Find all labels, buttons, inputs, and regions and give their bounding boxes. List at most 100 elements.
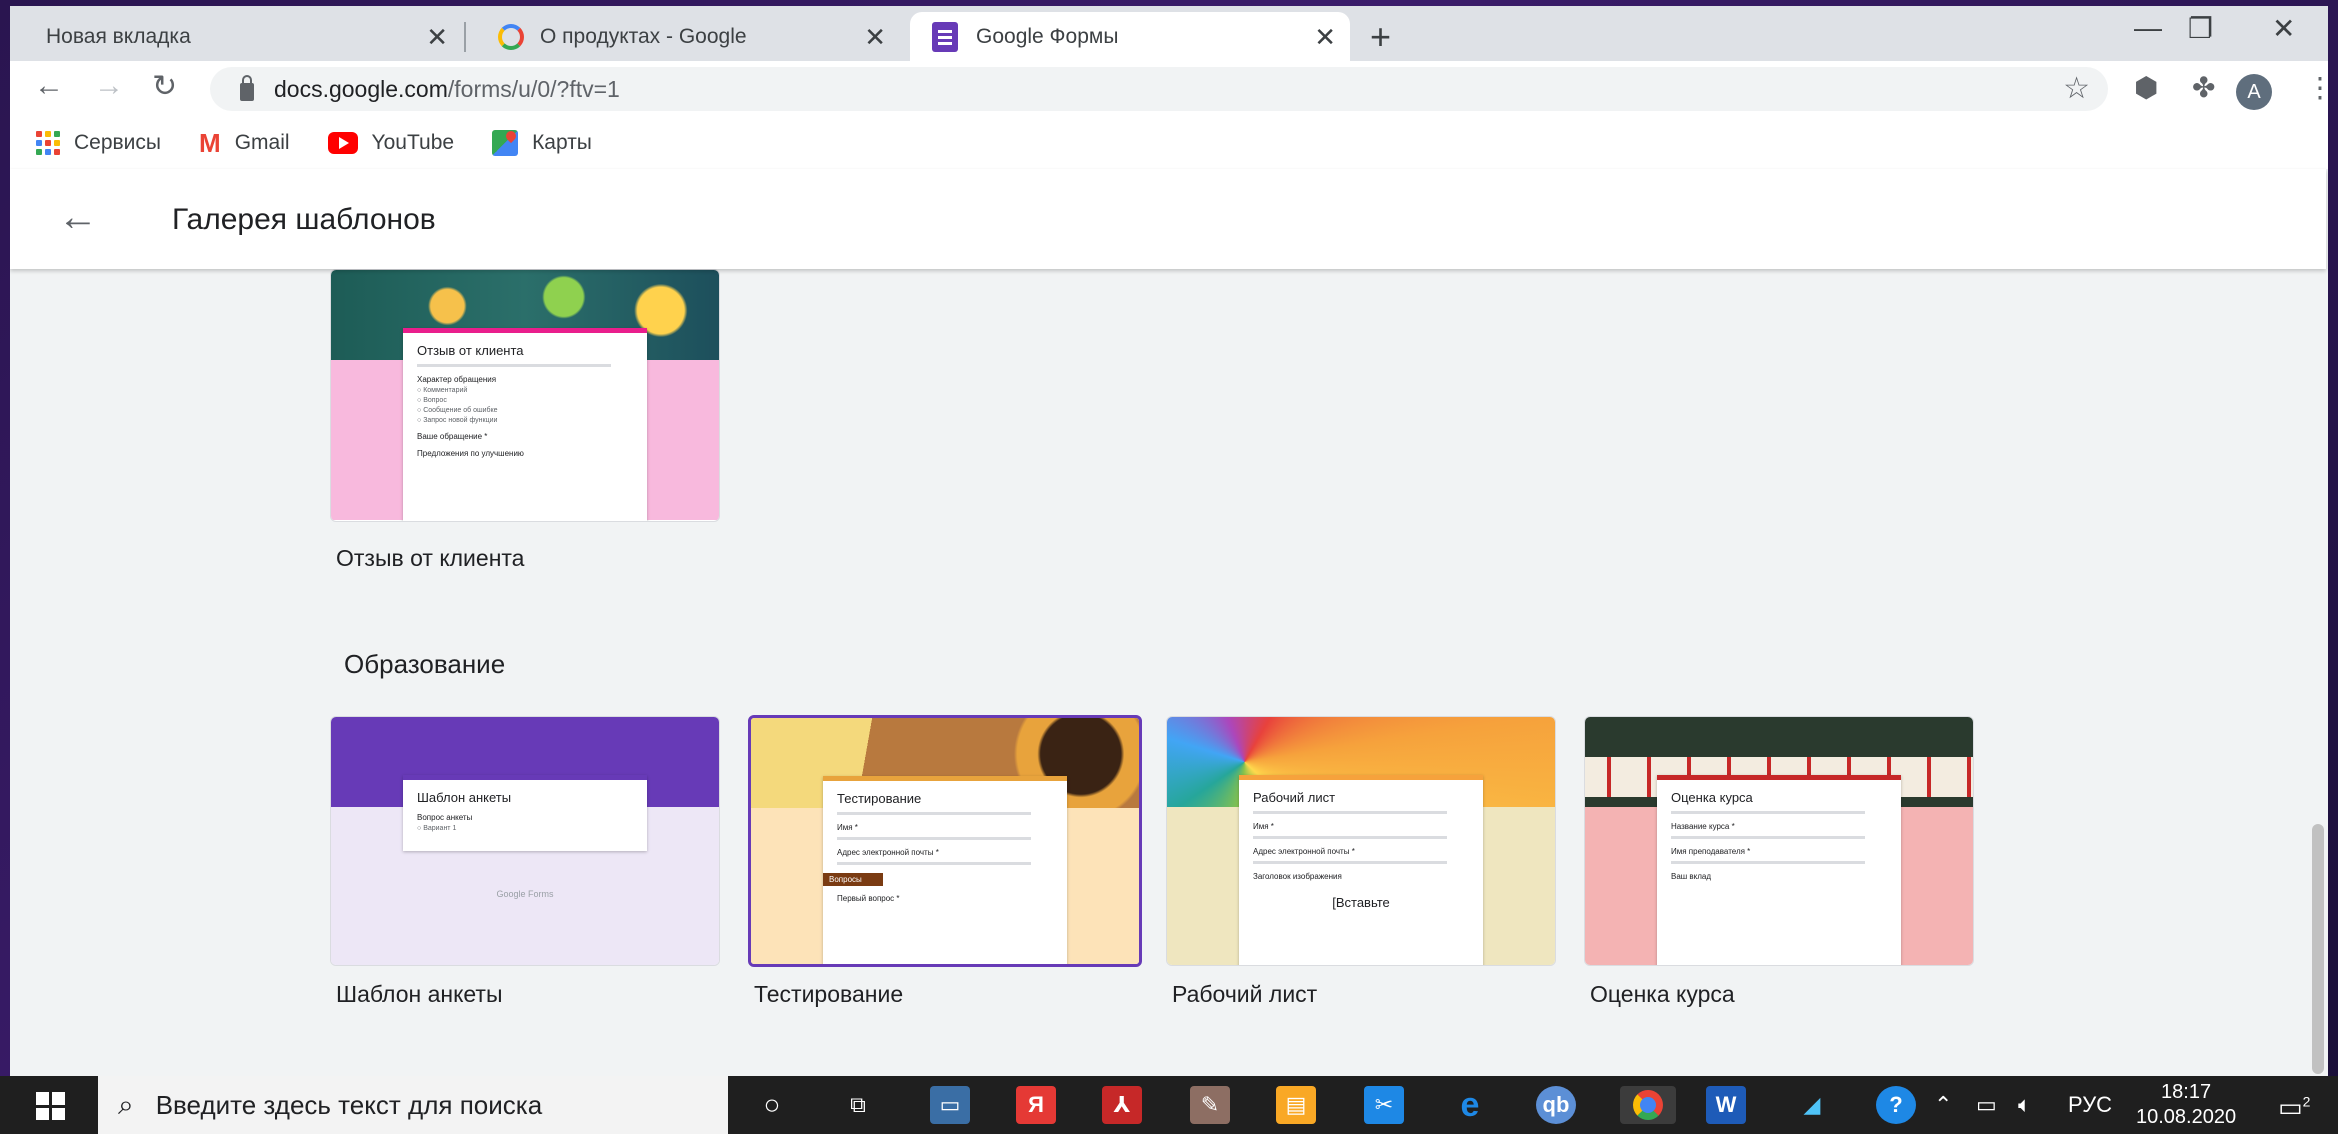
tray-chevron-up-icon[interactable]: ⌃ [1934, 1092, 1952, 1118]
preview-title: Шаблон анкеты [417, 790, 512, 805]
menu-kebab-icon[interactable]: ⋮ [2306, 71, 2328, 104]
template-card-course-evaluation[interactable]: Оценка курса Название курса * Имя препод… [1584, 716, 1974, 966]
preview-option: Комментарий [417, 387, 633, 394]
form-preview: Шаблон анкеты Вопрос анкеты Вариант 1 [403, 775, 647, 851]
taskbar-clock[interactable]: 18:17 10.08.2020 [2136, 1080, 2236, 1130]
profile-avatar[interactable]: A [2236, 74, 2272, 110]
template-label[interactable]: Оценка курса [1590, 981, 1735, 1008]
yandex-icon[interactable]: Я [1016, 1086, 1056, 1124]
apps-grid-icon [36, 131, 60, 155]
scrollbar-thumb[interactable] [2312, 824, 2324, 1074]
address-bar[interactable]: docs.google.com/forms/u/0/?ftv=1 ☆ [210, 67, 2108, 111]
template-card-testing[interactable]: Тестирование Имя * Адрес электронной поч… [748, 715, 1142, 967]
tab-separator [464, 22, 466, 52]
forward-icon[interactable]: → [94, 69, 124, 103]
template-card-customer-feedback[interactable]: Отзыв от клиента Характер обращения Комм… [330, 269, 720, 522]
archiver-icon[interactable]: ✎ [1190, 1086, 1230, 1124]
edge-icon[interactable]: e [1450, 1086, 1490, 1124]
preview-line [1671, 811, 1866, 814]
cortana-circle-icon[interactable]: ○ [752, 1086, 792, 1124]
window-close-icon[interactable]: ✕ [2272, 12, 2295, 45]
help-icon[interactable]: ? [1876, 1086, 1916, 1124]
preview-question: Имя * [837, 823, 858, 832]
google-forms-icon [932, 21, 958, 52]
tab-new-tab[interactable]: Новая вкладка ✕ [10, 12, 462, 61]
preview-question: Вопрос анкеты [417, 813, 473, 822]
preview-footer: Google Forms [496, 889, 554, 899]
preview-question: Название курса * [1671, 822, 1735, 831]
task-view-icon[interactable]: ⧉ [838, 1086, 878, 1124]
preview-section-band: Вопросы [823, 873, 883, 886]
browser-toolbar: ← → ↻ docs.google.com/forms/u/0/?ftv=1 ☆… [10, 61, 2328, 117]
lock-icon[interactable] [240, 75, 254, 101]
preview-line [417, 364, 612, 367]
template-label[interactable]: Тестирование [754, 981, 903, 1008]
preview-option: Вариант 1 [417, 825, 633, 832]
close-icon[interactable]: ✕ [1314, 22, 1336, 53]
preview-question: Заголовок изображения [1253, 872, 1342, 881]
windows-taskbar: ⌕ Введите здесь текст для поиска ○ ⧉ ▭ Я… [0, 1076, 2338, 1134]
back-arrow-icon[interactable]: ← [58, 195, 98, 240]
bookmark-gmail[interactable]: M Gmail [199, 128, 290, 159]
taskbar-search-box[interactable]: ⌕ Введите здесь текст для поиска [98, 1076, 728, 1134]
preview-option: Сообщение об ошибке [417, 407, 633, 414]
template-label[interactable]: Рабочий лист [1172, 981, 1317, 1008]
extensions-puzzle-icon[interactable]: ✤ [2192, 71, 2215, 104]
restore-icon[interactable]: ❐ [2188, 12, 2213, 45]
bookmark-label: Gmail [234, 131, 290, 154]
search-placeholder: Введите здесь текст для поиска [155, 1089, 543, 1120]
preview-line [1253, 836, 1448, 839]
language-indicator[interactable]: РУС [2068, 1092, 2112, 1118]
preview-line [837, 862, 1032, 865]
volume-icon[interactable]: 🔈︎ [2018, 1092, 2031, 1118]
bookmark-label: Карты [532, 131, 592, 154]
template-label[interactable]: Отзыв от клиента [336, 545, 524, 572]
clock-time: 18:17 [2161, 1081, 2212, 1103]
notifications-icon[interactable]: ▭2 [2278, 1092, 2310, 1123]
template-card-worksheet[interactable]: Рабочий лист Имя * Адрес электронной поч… [1166, 716, 1556, 966]
battery-icon[interactable]: ▭ [1976, 1092, 1997, 1118]
preview-line [1671, 861, 1866, 864]
windows-start-icon[interactable] [36, 1092, 66, 1120]
preview-question: Первый вопрос * [837, 894, 900, 903]
preview-line [837, 837, 1032, 840]
bookmark-services[interactable]: Сервисы [36, 131, 161, 155]
minimize-icon[interactable]: — [2134, 12, 2162, 44]
form-preview: Отзыв от клиента Характер обращения Комм… [403, 328, 647, 521]
preview-question: Ваше обращение * [417, 432, 488, 441]
close-icon[interactable]: ✕ [426, 22, 448, 53]
bookmark-youtube[interactable]: YouTube [327, 131, 454, 155]
template-label[interactable]: Шаблон анкеты [336, 981, 502, 1008]
preview-line [1671, 836, 1866, 839]
computer-icon[interactable]: ▭ [930, 1086, 970, 1124]
new-tab-plus-icon[interactable]: + [1370, 16, 1391, 58]
word-icon[interactable]: W [1706, 1086, 1746, 1124]
file-explorer-icon[interactable]: ▤ [1276, 1086, 1316, 1124]
back-icon[interactable]: ← [34, 69, 64, 103]
bookmark-star-icon[interactable]: ☆ [2063, 71, 2090, 106]
preview-question: Имя * [1253, 822, 1274, 831]
maps-icon [492, 130, 519, 156]
preview-question: Предложения по улучшению [417, 449, 524, 458]
qbittorrent-icon[interactable]: qb [1536, 1086, 1576, 1124]
preview-line [837, 812, 1032, 815]
tab-title: Google Формы [976, 24, 1119, 48]
tab-google-forms[interactable]: Google Формы ✕ [910, 12, 1350, 61]
chrome-icon[interactable] [1620, 1086, 1676, 1124]
template-card-survey[interactable]: Шаблон анкеты Вопрос анкеты Вариант 1 Go… [330, 716, 720, 966]
preview-line [1253, 811, 1448, 814]
form-preview: Оценка курса Название курса * Имя препод… [1657, 775, 1901, 965]
extension-cube-icon[interactable]: ⬢ [2134, 71, 2158, 104]
bookmark-maps[interactable]: Карты [492, 130, 592, 156]
close-icon[interactable]: ✕ [864, 22, 886, 53]
cloud-app-icon[interactable]: ◢ [1792, 1086, 1832, 1124]
reload-icon[interactable]: ↻ [152, 69, 177, 104]
snipping-tool-icon[interactable]: ✂ [1364, 1086, 1404, 1124]
url-text: docs.google.com/forms/u/0/?ftv=1 [274, 75, 620, 102]
preview-placeholder: [Вставьте [1332, 895, 1390, 910]
acrobat-icon[interactable]: ⅄ [1102, 1086, 1142, 1124]
form-preview: Рабочий лист Имя * Адрес электронной поч… [1239, 775, 1483, 965]
bookmark-label: Сервисы [74, 131, 162, 154]
tab-google-products[interactable]: О продуктах - Google ✕ [480, 12, 900, 61]
preview-option: Запрос новой функции [417, 417, 633, 424]
